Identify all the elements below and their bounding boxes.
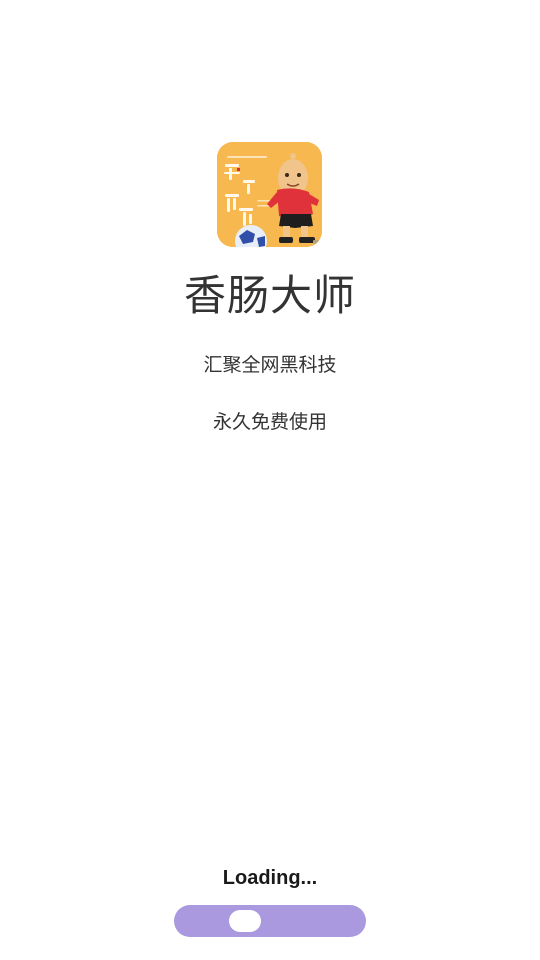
app-logo-icon [217,142,322,247]
loading-progress-bar [174,905,366,937]
loading-label: Loading... [222,867,318,889]
loading-progress-indicator [228,910,261,932]
tagline-primary: 汇聚全网黑科技 [203,354,337,376]
tagline-secondary: 永久免费使用 [212,411,327,433]
splash-screen: 香肠大师 汇聚全网黑科技 永久免费使用 Loading... [0,0,540,960]
app-title: 香肠大师 [183,271,356,320]
